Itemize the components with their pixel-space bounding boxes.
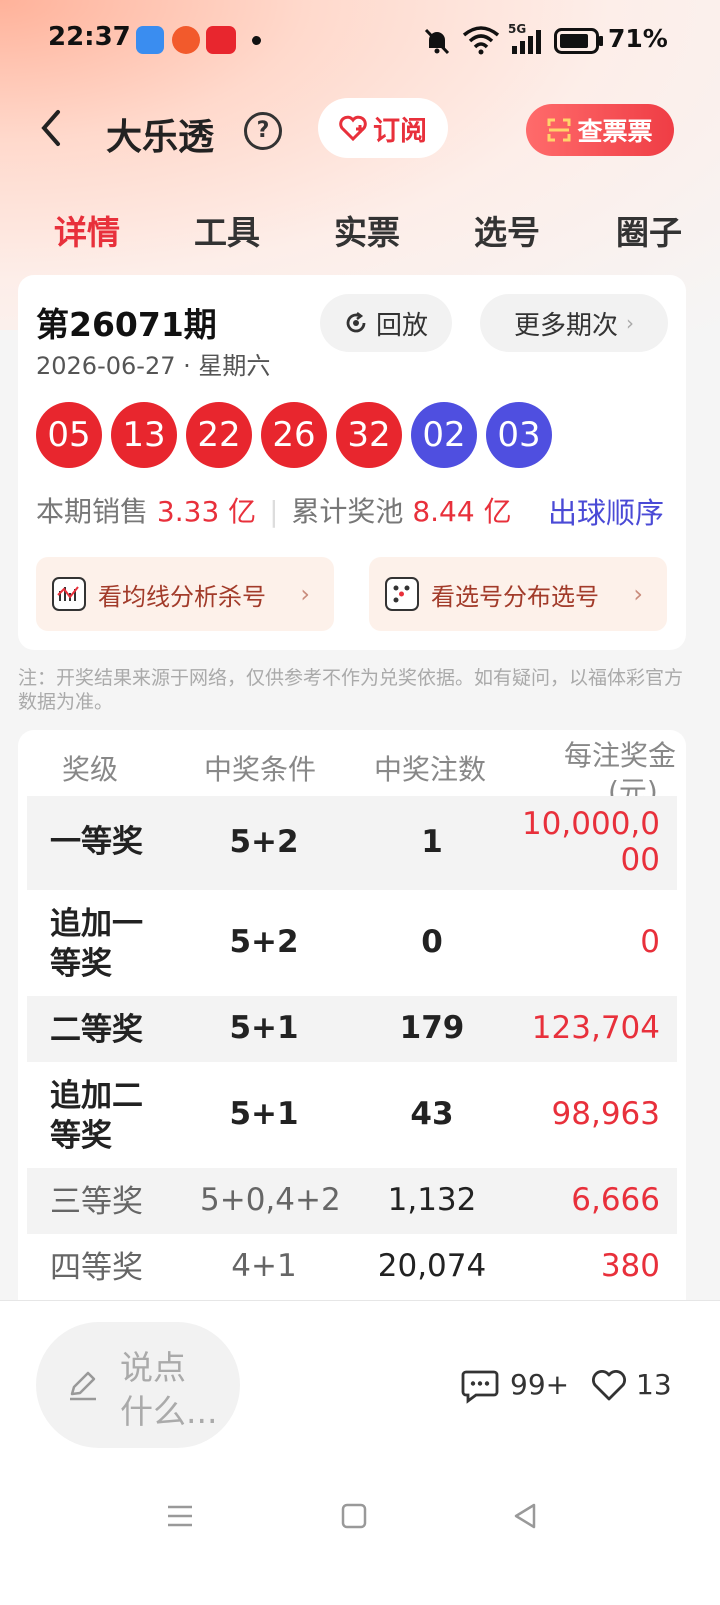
status-time: 22:37	[48, 22, 131, 52]
sales-label: 本期销售	[36, 495, 149, 528]
pencil-icon	[70, 1371, 96, 1401]
red-ball: 05	[36, 402, 102, 468]
app-notification-icon	[206, 26, 236, 54]
chevron-right-icon: ›	[626, 311, 634, 335]
comment-placeholder-line: 什么...	[120, 1392, 218, 1431]
prize-level: 四等奖	[50, 1250, 143, 1286]
page-title: 大乐透	[106, 117, 215, 158]
winner-count: 20,074	[377, 1248, 487, 1284]
check-ticket-button[interactable]: 查票票	[526, 104, 674, 156]
scan-icon	[547, 118, 571, 142]
home-icon[interactable]	[338, 1500, 370, 1532]
header-condition: 中奖条件	[204, 753, 317, 786]
pool-label: 累计奖池	[291, 495, 404, 528]
ball-order-link[interactable]: 出球顺序	[548, 490, 664, 532]
replay-label: 回放	[375, 310, 428, 341]
subscribe-label: 订阅	[373, 115, 427, 147]
more-issues-button[interactable]: 更多期次 ›	[480, 294, 668, 352]
comment-placeholder-line: 说点	[120, 1348, 186, 1387]
prize-level: 一等奖	[50, 824, 143, 860]
chevron-left-icon	[41, 110, 60, 146]
divider: |	[269, 495, 279, 528]
prize-condition: 5+1	[229, 1010, 299, 1046]
more-notifications-dot	[252, 36, 261, 45]
tab-real-tickets[interactable]: 实票	[334, 206, 400, 254]
app-notification-icon	[172, 26, 200, 54]
issue-number: 第26071期	[36, 305, 217, 344]
chevron-right-icon: ›	[633, 580, 643, 608]
red-ball: 26	[261, 402, 327, 468]
prize-level: 追加一	[50, 906, 143, 942]
prize-amount-cont: 00	[620, 842, 660, 878]
distribution-pick-button[interactable]: 看选号分布选号 ›	[369, 557, 667, 631]
prize-condition: 5+2	[229, 924, 299, 960]
replay-icon	[346, 312, 366, 333]
mute-bell-icon	[424, 28, 450, 55]
disclaimer-note: 注：开奖结果来源于网络，仅供参考不作为兑奖依据。如有疑问，以福体彩官方数据为准。	[18, 667, 684, 713]
red-ball: 32	[336, 402, 402, 468]
chart-icon	[52, 577, 86, 611]
back-button[interactable]	[38, 108, 64, 155]
help-icon[interactable]: ?	[244, 112, 282, 150]
prize-level-cont: 等奖	[50, 946, 112, 982]
blue-ball: 03	[486, 402, 552, 468]
prize-amount: 123,704	[531, 1010, 660, 1046]
prize-condition: 5+2	[229, 824, 299, 860]
prize-amount: 0	[640, 924, 660, 960]
wifi-icon	[462, 26, 500, 55]
check-ticket-label: 查票票	[577, 117, 653, 146]
signal-icon	[512, 30, 541, 54]
prize-condition: 4+1	[231, 1248, 297, 1284]
prize-level-cont: 等奖	[50, 1118, 112, 1154]
subscribe-button[interactable]: 订阅	[318, 98, 448, 158]
trend-analysis-label: 看均线分析杀号	[98, 582, 266, 611]
comment-placeholder: 说点 什么...	[120, 1346, 217, 1434]
header-amount: 每注奖金	[564, 739, 677, 772]
dice-icon	[385, 577, 419, 611]
battery-percent: 71%	[608, 24, 668, 53]
blue-ball: 02	[411, 402, 477, 468]
comment-count: 99+	[510, 1368, 570, 1401]
heart-plus-icon	[339, 115, 367, 141]
pool-value: 8.44 亿	[412, 495, 512, 528]
replay-button[interactable]: 回放	[320, 294, 452, 352]
prize-amount: 380	[600, 1248, 660, 1284]
red-ball: 13	[111, 402, 177, 468]
menu-icon[interactable]	[164, 1500, 196, 1532]
tab-community[interactable]: 圈子	[616, 206, 682, 254]
trend-analysis-button[interactable]: 看均线分析杀号 ›	[36, 557, 334, 631]
more-issues-label: 更多期次	[513, 310, 618, 341]
header-count: 中奖注数	[374, 753, 487, 786]
prize-level: 追加二	[50, 1078, 143, 1114]
draw-date: 2026-06-27 · 星期六	[36, 352, 271, 380]
winner-count: 1	[421, 824, 443, 860]
prize-condition: 5+0,4+2	[200, 1182, 341, 1218]
comment-icon[interactable]	[460, 1366, 500, 1406]
winner-count: 179	[399, 1010, 465, 1046]
back-triangle-icon[interactable]	[510, 1500, 542, 1532]
app-notification-icon	[136, 26, 164, 54]
sales-stat: 本期销售 3.33 亿 | 累计奖池 8.44 亿	[36, 490, 512, 530]
winner-count: 1,132	[387, 1182, 477, 1218]
winner-count: 43	[410, 1096, 454, 1132]
prize-amount: 98,963	[551, 1096, 660, 1132]
red-ball: 22	[186, 402, 252, 468]
chevron-right-icon: ›	[300, 580, 310, 608]
distribution-pick-label: 看选号分布选号	[431, 582, 599, 611]
tab-details[interactable]: 详情	[54, 206, 120, 254]
like-count: 13	[636, 1368, 672, 1401]
tab-pick-numbers[interactable]: 选号	[474, 206, 540, 254]
prize-level: 二等奖	[50, 1012, 143, 1048]
prize-level: 三等奖	[50, 1184, 143, 1220]
tab-tools[interactable]: 工具	[194, 206, 260, 254]
battery-icon	[554, 28, 603, 54]
header-amount-unit: (元)	[608, 775, 658, 796]
prize-amount: 6,666	[571, 1182, 660, 1218]
sales-value: 3.33 亿	[156, 495, 257, 528]
winner-count: 0	[421, 924, 443, 960]
heart-icon[interactable]	[590, 1368, 628, 1402]
prize-amount: 10,000,0	[521, 806, 660, 842]
header-level: 奖级	[62, 753, 119, 786]
prize-condition: 5+1	[229, 1096, 299, 1132]
